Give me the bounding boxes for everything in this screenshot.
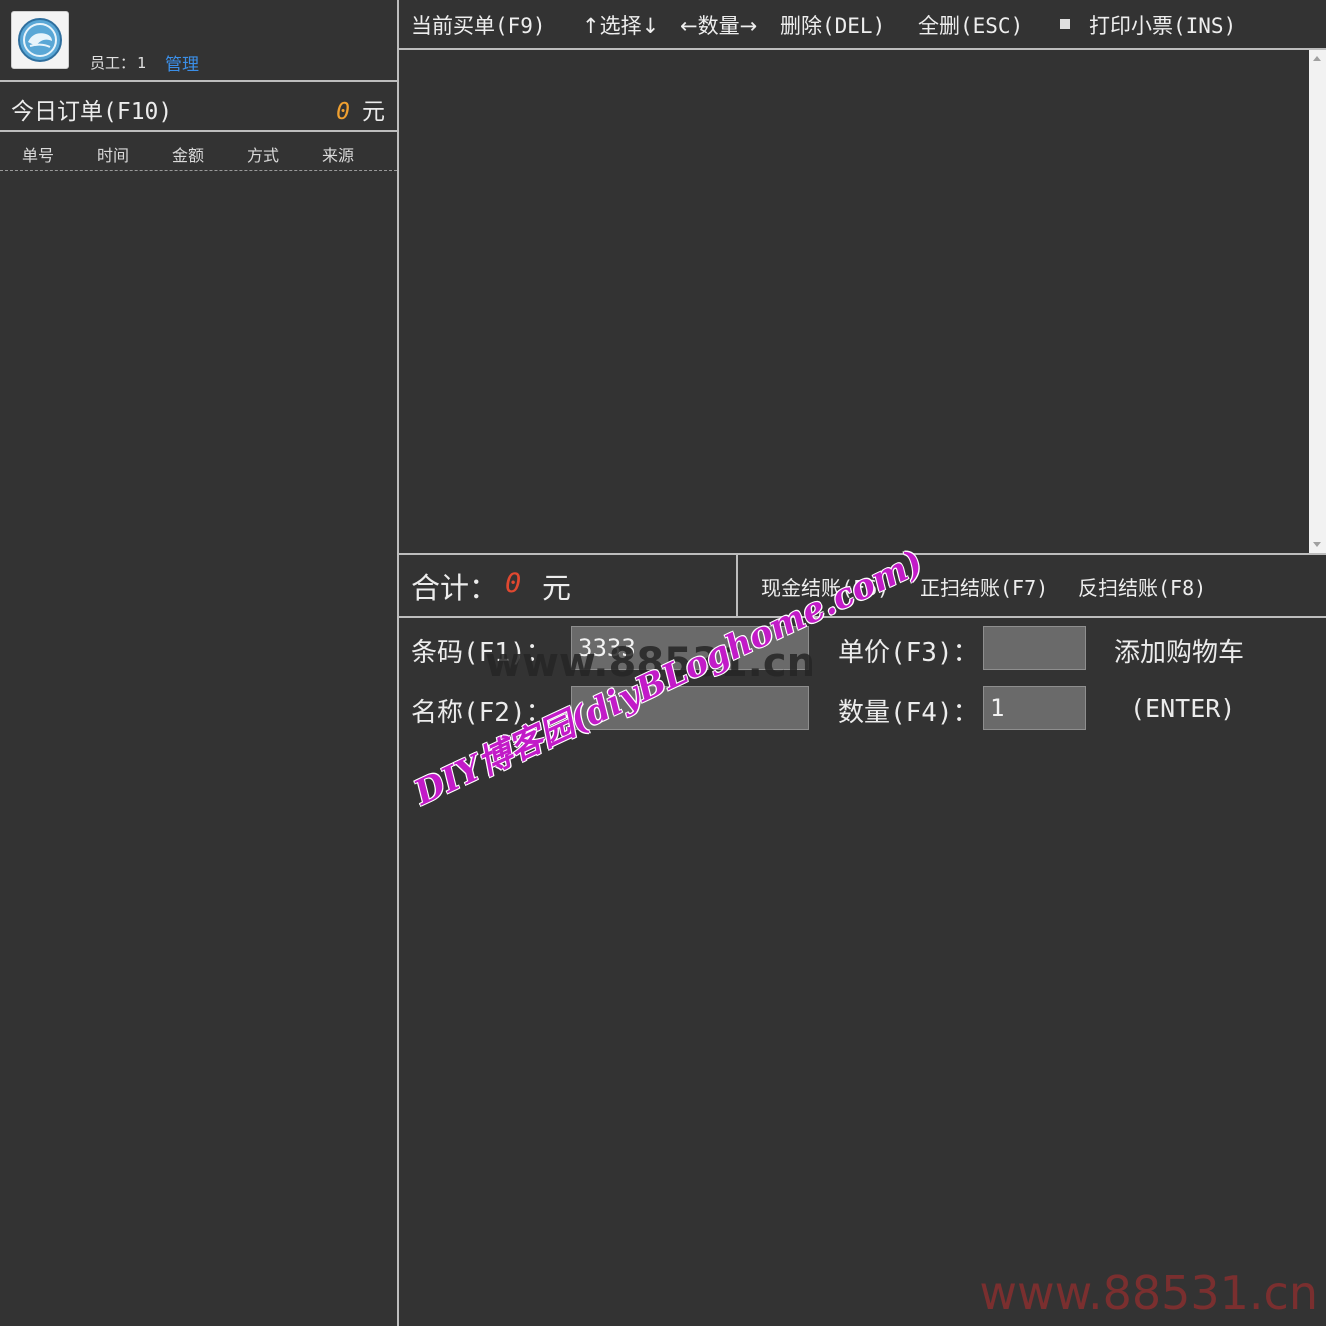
quantity-input[interactable] (983, 686, 1086, 730)
price-input[interactable] (983, 626, 1086, 670)
today-orders-title: 今日订单(F10) (11, 99, 173, 125)
cash-checkout-button[interactable]: 现金结账(F6) (761, 572, 889, 601)
add-to-cart-button[interactable]: 添加购物车 (1114, 632, 1244, 669)
brand-header: 员工： 1 管理 (0, 0, 397, 82)
current-order-button[interactable]: 当前买单(F9) (411, 10, 546, 40)
total-box: 合计： 0 元 (399, 555, 738, 616)
total-value: 0 (505, 568, 522, 599)
staff-label: 员工： (90, 54, 136, 72)
scroll-down-icon[interactable] (1313, 542, 1321, 547)
today-orders-amount: 0 (336, 99, 350, 125)
name-input[interactable] (571, 686, 809, 730)
print-receipt-checkbox[interactable] (1060, 19, 1070, 29)
staff-id: 1 (137, 54, 147, 72)
today-orders-sum: 0元 (336, 92, 385, 126)
add-to-cart-enter-hint[interactable]: (ENTER) (1130, 694, 1235, 723)
barcode-label: 条码(F1)： (411, 638, 552, 668)
logo-icon (18, 18, 62, 62)
column-method[interactable]: 方式 (247, 142, 279, 166)
cart-toolbar: 当前买单(F9) ↑选择↓ ←数量→ 删除(DEL) 全删(ESC) 打印小票(… (399, 0, 1326, 50)
app-logo (11, 11, 69, 69)
delete-all-button[interactable]: 全删(ESC) (918, 10, 1023, 40)
orders-table-header: 单号 时间 金额 方式 来源 (0, 132, 397, 171)
select-button[interactable]: ↑选择↓ (582, 10, 659, 40)
total-label: 合计： (411, 571, 499, 605)
total-unit: 元 (542, 571, 572, 605)
today-orders-header[interactable]: 今日订单(F10) 0元 (0, 82, 397, 132)
forward-scan-checkout-button[interactable]: 正扫结账(F7) (920, 572, 1048, 601)
print-receipt-label[interactable]: 打印小票(INS) (1089, 10, 1236, 40)
name-label: 名称(F2)： (411, 698, 552, 728)
today-orders-unit: 元 (362, 99, 385, 125)
scroll-up-icon[interactable] (1313, 56, 1321, 61)
price-label: 单价(F3)： (838, 638, 979, 668)
delete-button[interactable]: 删除(DEL) (780, 10, 885, 40)
cart-list[interactable] (399, 50, 1326, 555)
corner-watermark: www.88531.cn (979, 1266, 1318, 1320)
admin-link[interactable]: 管理 (165, 50, 199, 75)
column-source[interactable]: 来源 (322, 142, 354, 166)
column-time[interactable]: 时间 (97, 142, 129, 166)
column-order-no[interactable]: 单号 (22, 142, 54, 166)
quantity-button[interactable]: ←数量→ (680, 10, 757, 40)
staff-info: 员工： 1 (90, 52, 146, 73)
barcode-input[interactable] (571, 626, 809, 670)
reverse-scan-checkout-button[interactable]: 反扫结账(F8) (1078, 572, 1206, 601)
left-panel: 员工： 1 管理 今日订单(F10) 0元 单号 时间 金额 方式 来源 (0, 0, 399, 1326)
totals-bar: 合计： 0 元 现金结账(F6) 正扫结账(F7) 反扫结账(F8) (399, 555, 1326, 618)
cart-scrollbar[interactable] (1309, 50, 1326, 553)
column-amount[interactable]: 金额 (172, 142, 204, 166)
quantity-label: 数量(F4)： (838, 698, 979, 728)
